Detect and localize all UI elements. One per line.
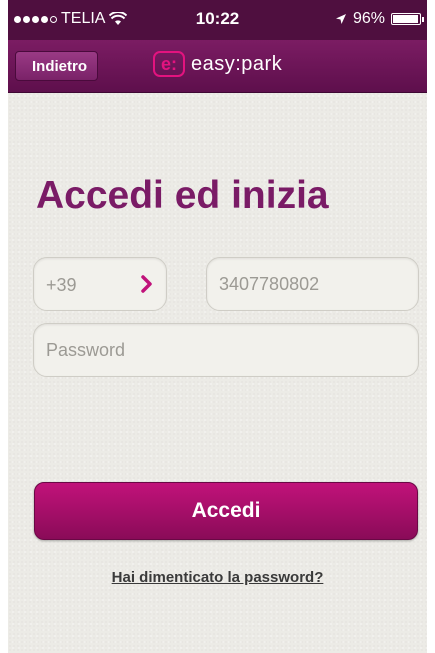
app-screen: TELIA 10:22 96% Indietro e: easy:park Ac… [8, 0, 427, 653]
logo-text: easy:park [191, 52, 283, 75]
status-right: 96% [335, 10, 424, 28]
logo-mark: e: [153, 51, 185, 77]
navigation-bar: Indietro e: easy:park [8, 40, 427, 93]
status-bar: TELIA 10:22 96% [8, 0, 427, 40]
back-button-label: Indietro [32, 58, 87, 75]
password-field[interactable] [33, 323, 419, 377]
login-button[interactable]: Accedi [34, 482, 418, 540]
easypark-logo: e: easy:park [153, 51, 282, 77]
country-code-value: +39 [46, 275, 77, 295]
password-input[interactable] [46, 324, 406, 376]
back-button[interactable]: Indietro [15, 51, 98, 81]
battery-icon [391, 13, 424, 25]
chevron-right-icon [141, 275, 152, 293]
country-code-selector[interactable]: +39 [33, 257, 167, 311]
phone-number-field[interactable] [206, 257, 419, 311]
location-arrow-icon [335, 14, 346, 24]
phone-number-input[interactable] [219, 258, 406, 310]
page-title: Accedi ed inizia [36, 174, 329, 217]
forgot-password-link[interactable]: Hai dimenticato la password? [8, 569, 427, 586]
battery-percent: 96% [352, 10, 385, 27]
